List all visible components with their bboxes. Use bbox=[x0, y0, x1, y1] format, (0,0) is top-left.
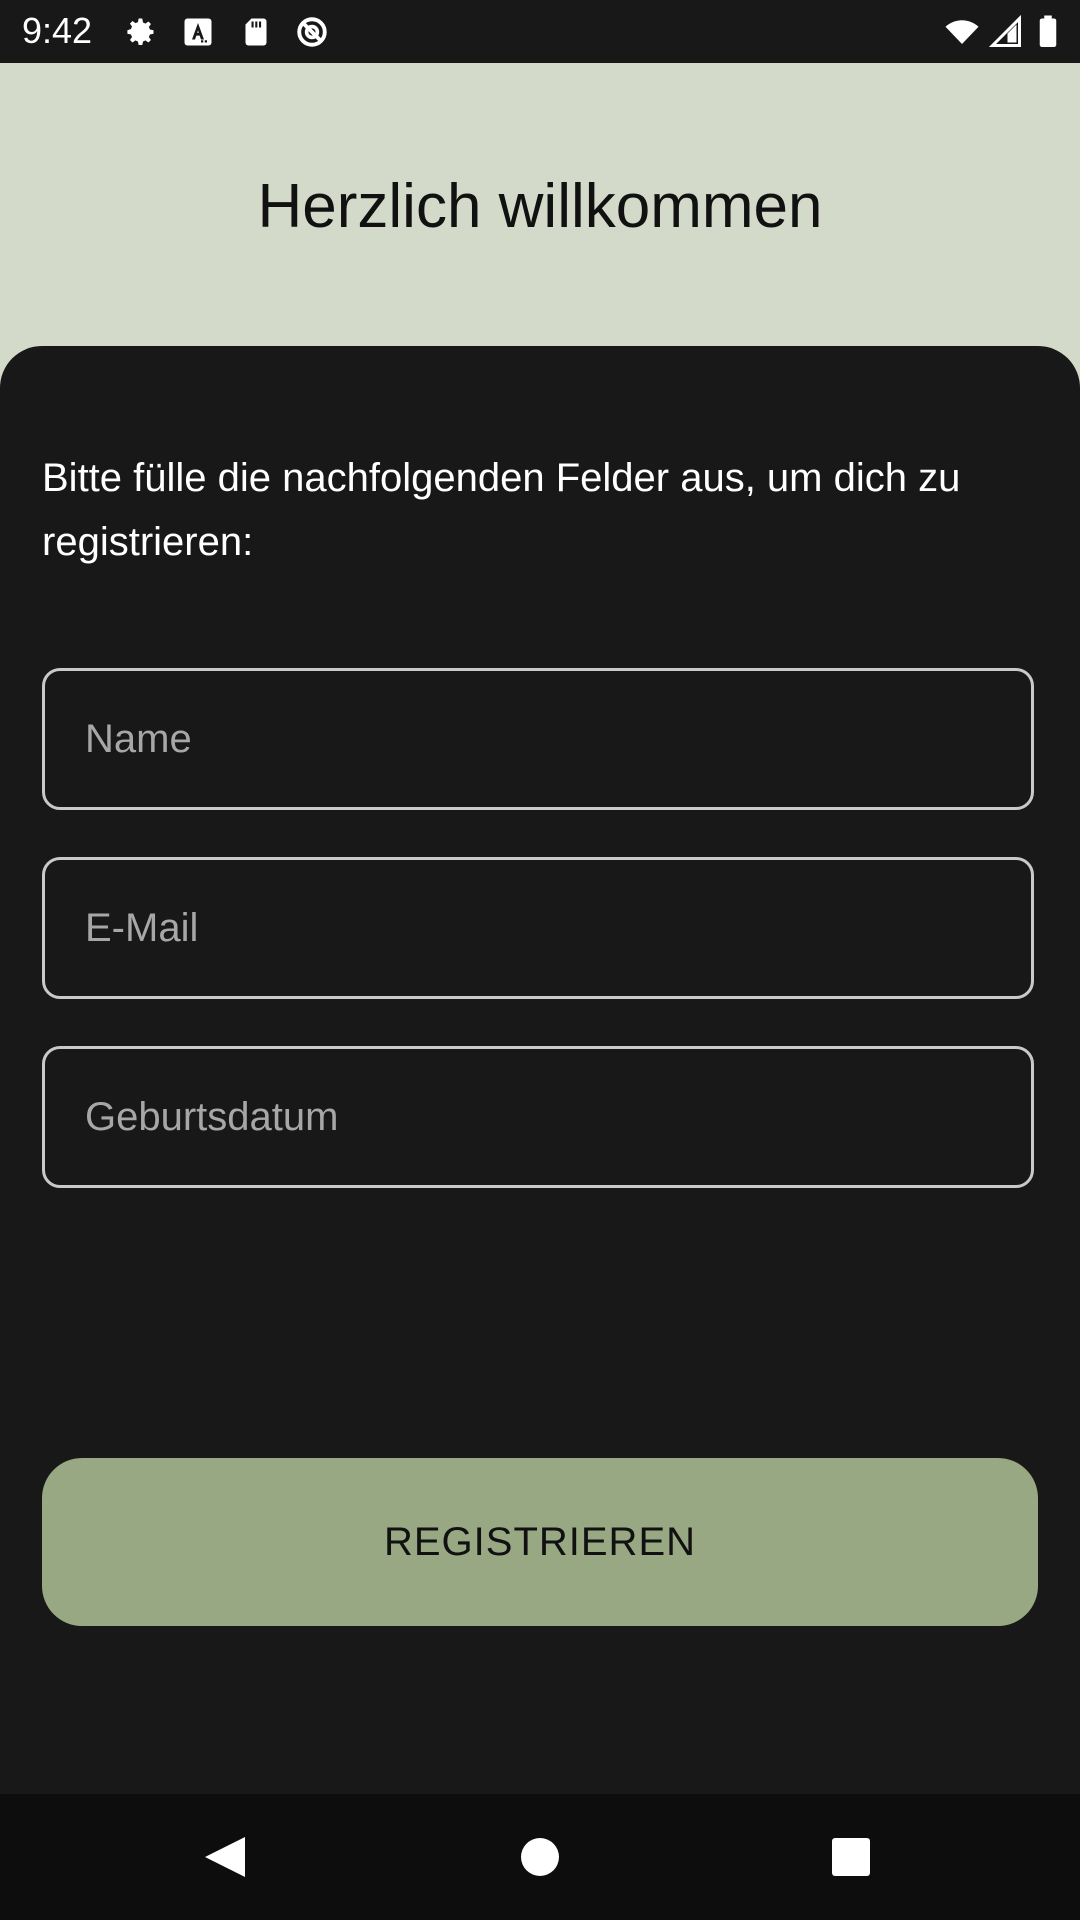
intro-text: Bitte fülle die nachfolgenden Felder aus… bbox=[42, 456, 961, 564]
gear-icon bbox=[122, 14, 158, 50]
sd-card-icon bbox=[238, 14, 274, 50]
home-icon[interactable] bbox=[497, 1814, 583, 1900]
status-bar: 9:42 bbox=[0, 0, 1080, 63]
recents-icon[interactable] bbox=[808, 1814, 894, 1900]
name-field[interactable] bbox=[42, 668, 1034, 810]
registration-sheet: Bitte fülle die nachfolgenden Felder aus… bbox=[0, 346, 1080, 1794]
header: Herzlich willkommen bbox=[0, 63, 1080, 363]
wifi-icon bbox=[944, 14, 980, 50]
navigation-bar bbox=[0, 1794, 1080, 1920]
email-input[interactable] bbox=[45, 860, 1031, 996]
email-field[interactable] bbox=[42, 857, 1034, 999]
name-input[interactable] bbox=[45, 671, 1031, 807]
register-button[interactable]: REGISTRIEREN bbox=[42, 1458, 1038, 1626]
font-a-icon bbox=[180, 14, 216, 50]
do-not-disturb-icon bbox=[294, 14, 330, 50]
birthdate-input[interactable] bbox=[45, 1049, 1031, 1185]
battery-icon bbox=[1032, 14, 1064, 50]
back-icon[interactable] bbox=[181, 1814, 267, 1900]
signal-icon bbox=[988, 14, 1024, 50]
status-time: 9:42 bbox=[22, 10, 93, 51]
page-title: Herzlich willkommen bbox=[257, 172, 823, 241]
birthdate-field[interactable] bbox=[42, 1046, 1034, 1188]
